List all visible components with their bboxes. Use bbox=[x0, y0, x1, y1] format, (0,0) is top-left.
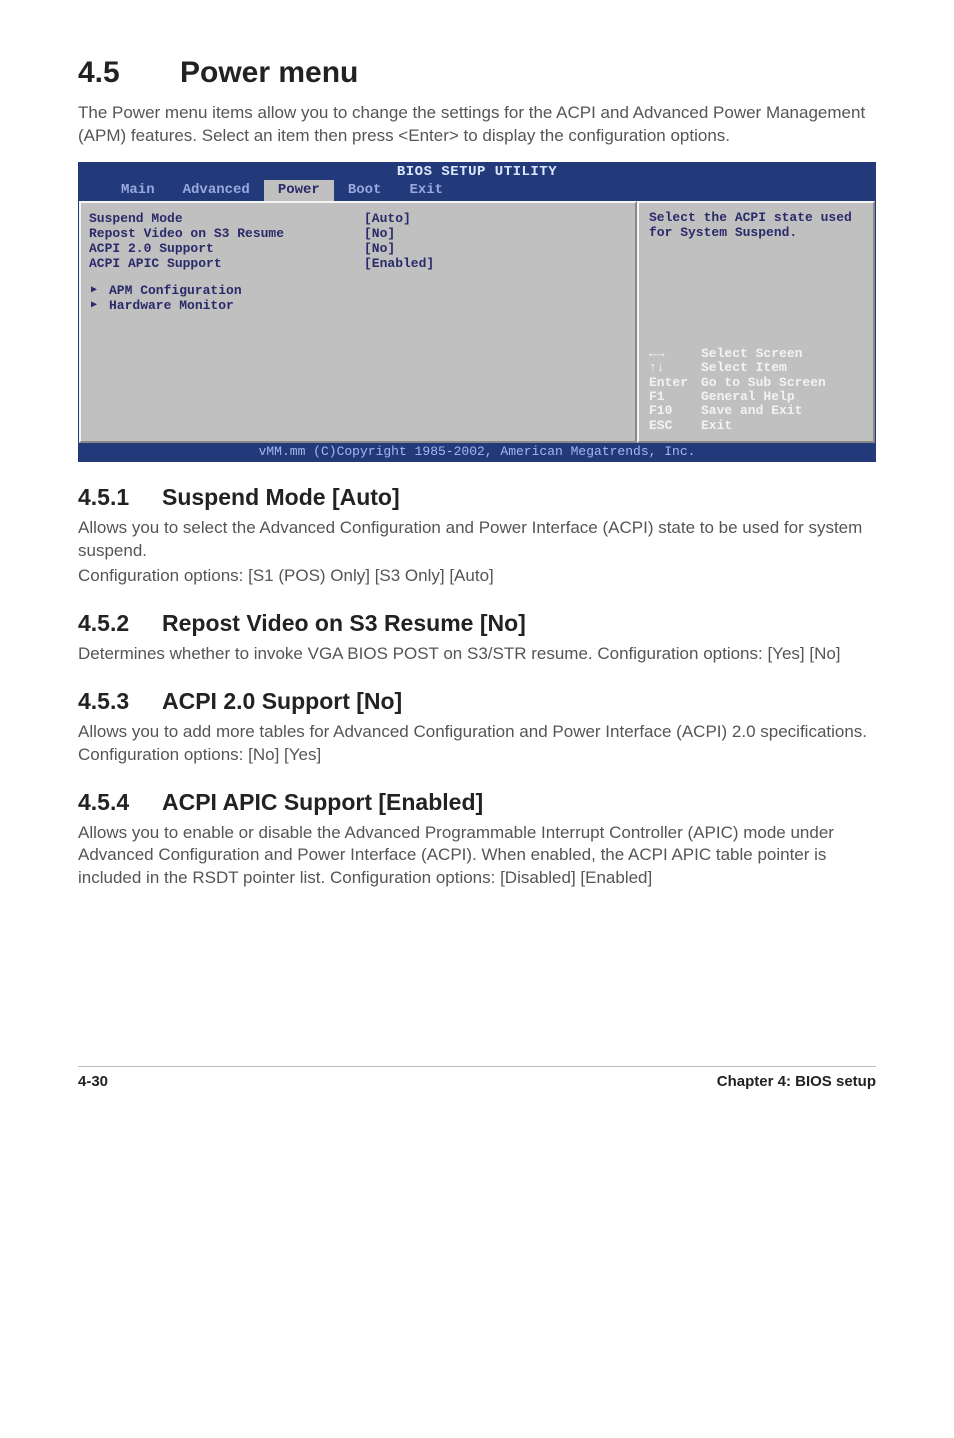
bios-submenu-label: APM Configuration bbox=[89, 283, 364, 298]
bios-key-row: ↑↓Select Item bbox=[649, 361, 865, 375]
bios-item-value: [Enabled] bbox=[364, 256, 434, 271]
section-title: Power menu bbox=[180, 56, 358, 89]
bios-item-label: ACPI 2.0 Support bbox=[89, 241, 364, 256]
subsection-number: 4.5.2 bbox=[78, 610, 162, 637]
subsection-title: Suspend Mode [Auto] bbox=[162, 484, 400, 510]
bios-key-desc: Select Screen bbox=[701, 347, 802, 361]
bios-tab-boot[interactable]: Boot bbox=[334, 180, 396, 201]
subsection-number: 4.5.1 bbox=[78, 484, 162, 511]
bios-title: BIOS SETUP UTILITY bbox=[79, 163, 875, 180]
bios-key-row: ESCExit bbox=[649, 419, 865, 433]
bios-item-value: [No] bbox=[364, 241, 395, 256]
subsection-number: 4.5.3 bbox=[78, 688, 162, 715]
subsection-heading: 4.5.2Repost Video on S3 Resume [No] bbox=[78, 610, 876, 637]
bios-item[interactable]: ACPI APIC Support [Enabled] bbox=[89, 256, 627, 271]
bios-key-desc: Save and Exit bbox=[701, 404, 802, 418]
bios-item[interactable]: Suspend Mode [Auto] bbox=[89, 211, 627, 226]
bios-key-desc: Go to Sub Screen bbox=[701, 376, 826, 390]
bios-submenu[interactable]: APM Configuration bbox=[89, 283, 627, 298]
bios-item-label: Repost Video on S3 Resume bbox=[89, 226, 364, 241]
bios-key-desc: Exit bbox=[701, 419, 732, 433]
bios-tab-power[interactable]: Power bbox=[264, 180, 334, 201]
bios-tab-advanced[interactable]: Advanced bbox=[169, 180, 264, 201]
bios-submenu-label: Hardware Monitor bbox=[89, 298, 364, 313]
intro-paragraph: The Power menu items allow you to change… bbox=[78, 102, 876, 148]
bios-screenshot: BIOS SETUP UTILITY Main Advanced Power B… bbox=[78, 162, 876, 462]
bios-tab-exit[interactable]: Exit bbox=[395, 180, 457, 201]
bios-key-desc: Select Item bbox=[701, 361, 787, 375]
body-paragraph: Determines whether to invoke VGA BIOS PO… bbox=[78, 643, 876, 666]
bios-right-pane: Select the ACPI state used for System Su… bbox=[637, 201, 875, 443]
bios-key-desc: General Help bbox=[701, 390, 795, 404]
section-heading: 4.5Power menu bbox=[78, 56, 876, 90]
subsection-title: ACPI APIC Support [Enabled] bbox=[162, 789, 483, 815]
subsection-title: ACPI 2.0 Support [No] bbox=[162, 688, 402, 714]
bios-key-row: EnterGo to Sub Screen bbox=[649, 376, 865, 390]
subsection-heading: 4.5.1Suspend Mode [Auto] bbox=[78, 484, 876, 511]
page-footer: 4-30 Chapter 4: BIOS setup bbox=[78, 1066, 876, 1090]
bios-tab-row: Main Advanced Power Boot Exit bbox=[79, 180, 875, 201]
bios-help-text: Select the ACPI state used for System Su… bbox=[649, 211, 865, 241]
bios-key-row: F1General Help bbox=[649, 390, 865, 404]
bios-item[interactable]: ACPI 2.0 Support [No] bbox=[89, 241, 627, 256]
bios-key: ↑↓ bbox=[649, 361, 701, 375]
bios-key: F10 bbox=[649, 404, 701, 418]
bios-item-value: [No] bbox=[364, 226, 395, 241]
section-number: 4.5 bbox=[78, 56, 180, 90]
chapter-label: Chapter 4: BIOS setup bbox=[717, 1073, 876, 1090]
bios-key-row: ←→Select Screen bbox=[649, 347, 865, 361]
bios-tab-main[interactable]: Main bbox=[107, 180, 169, 201]
bios-copyright: vMM.mm (C)Copyright 1985-2002, American … bbox=[79, 443, 875, 461]
page-number: 4-30 bbox=[78, 1073, 108, 1090]
bios-item-label: ACPI APIC Support bbox=[89, 256, 364, 271]
bios-item-label: Suspend Mode bbox=[89, 211, 364, 226]
subsection-heading: 4.5.3ACPI 2.0 Support [No] bbox=[78, 688, 876, 715]
subsection-title: Repost Video on S3 Resume [No] bbox=[162, 610, 526, 636]
body-paragraph: Allows you to add more tables for Advanc… bbox=[78, 721, 876, 767]
bios-item-value: [Auto] bbox=[364, 211, 411, 226]
subsection-heading: 4.5.4ACPI APIC Support [Enabled] bbox=[78, 789, 876, 816]
subsection-number: 4.5.4 bbox=[78, 789, 162, 816]
bios-key: ←→ bbox=[649, 347, 701, 361]
body-paragraph: Allows you to enable or disable the Adva… bbox=[78, 822, 876, 891]
bios-key: ESC bbox=[649, 419, 701, 433]
body-paragraph: Allows you to select the Advanced Config… bbox=[78, 517, 876, 563]
bios-key: Enter bbox=[649, 376, 701, 390]
bios-key-row: F10Save and Exit bbox=[649, 404, 865, 418]
bios-submenu[interactable]: Hardware Monitor bbox=[89, 298, 627, 313]
body-paragraph: Configuration options: [S1 (POS) Only] [… bbox=[78, 565, 876, 588]
bios-key-help: ←→Select Screen ↑↓Select Item EnterGo to… bbox=[649, 347, 865, 433]
bios-key: F1 bbox=[649, 390, 701, 404]
bios-left-pane: Suspend Mode [Auto] Repost Video on S3 R… bbox=[79, 201, 637, 443]
bios-item[interactable]: Repost Video on S3 Resume [No] bbox=[89, 226, 627, 241]
